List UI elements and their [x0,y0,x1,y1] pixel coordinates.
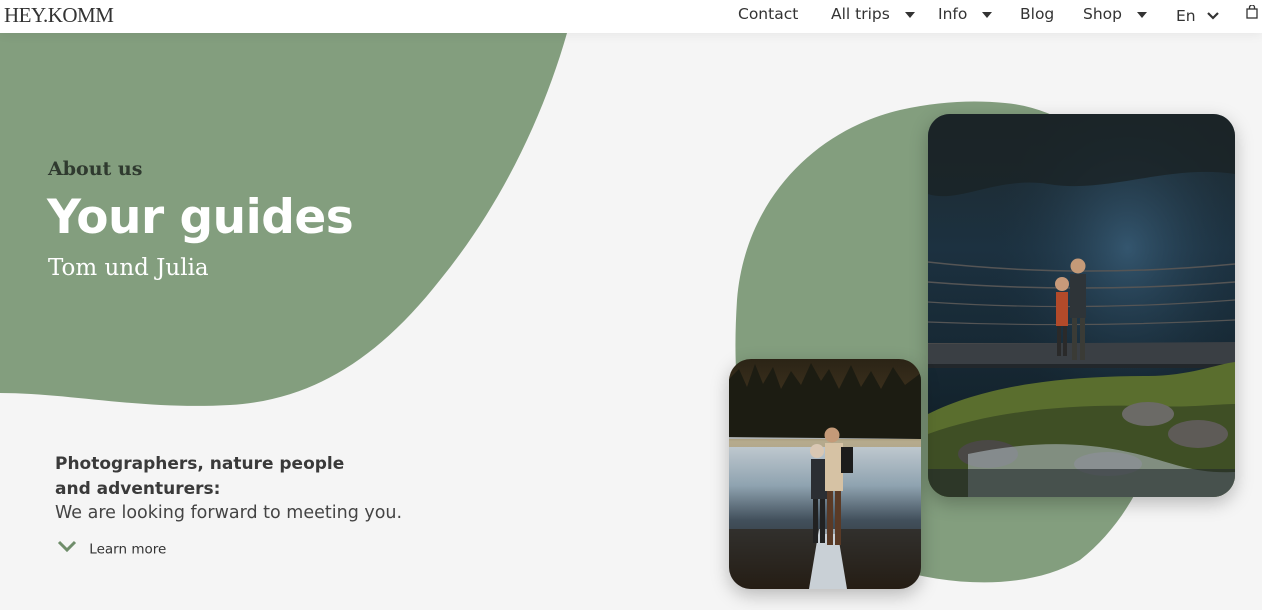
nav-item-contact[interactable]: Contact [738,5,798,23]
learn-more-link[interactable]: Learn more [57,540,167,558]
chevron-down-icon [1206,6,1219,24]
page-title: Your guides [47,190,354,245]
caret-down-icon [904,4,915,22]
photo-misty-lake [729,359,921,589]
guide-names: Tom und Julia [48,255,209,281]
hero-subtitle: About us [48,158,143,180]
nav-item-info[interactable]: Info [938,4,993,24]
language-label: En [1176,7,1196,25]
main-navigation: Contact All trips Info Blog Shop En [0,5,1262,27]
intro-text: We are looking forward to meeting you. [55,503,403,523]
nav-item-shop[interactable]: Shop [1083,5,1147,24]
caret-down-icon [982,4,993,22]
nav-item-label: Contact [738,5,799,23]
nav-item-label: Info [938,5,968,23]
nav-item-label: Shop [1083,5,1122,23]
photo-suspension-bridge [928,114,1235,497]
nav-item-all-trips[interactable]: All trips [831,5,915,24]
nav-item-label: All trips [831,5,890,23]
language-selector[interactable]: En [1176,7,1219,26]
nav-item-label: Blog [1020,5,1055,23]
nav-item-blog[interactable]: Blog [1020,5,1054,23]
intro-heading: Photographers, nature people and adventu… [55,454,345,499]
shopping-bag-icon[interactable] [1246,4,1258,24]
caret-down-icon [1136,4,1147,22]
top-navigation-bar: HEY.KOMM Contact All trips Info Blog Sho… [0,0,1262,33]
learn-more-label: Learn more [89,541,167,558]
chevron-down-icon [57,540,77,557]
